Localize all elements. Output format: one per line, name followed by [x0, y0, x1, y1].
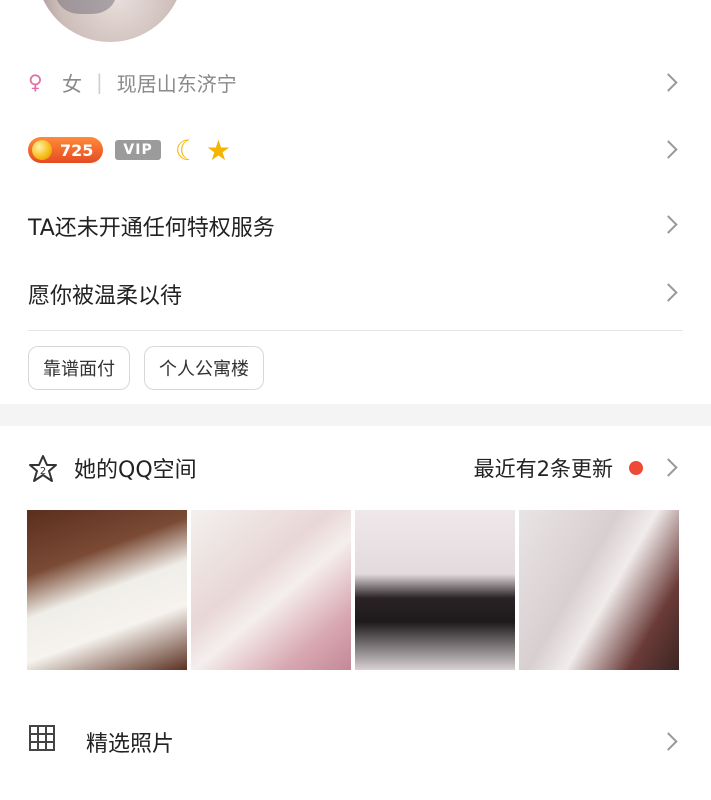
- level-number: 725: [60, 140, 94, 160]
- qzone-update-text: 最近有2条更新: [473, 457, 613, 481]
- coin-icon: [32, 140, 52, 160]
- svg-text:2: 2: [40, 466, 46, 477]
- female-icon: ♀: [28, 70, 43, 94]
- qzone-photo-strip: [27, 510, 679, 670]
- level-badge: 725: [28, 137, 104, 163]
- privilege-text: TA还未开通任何特权服务: [28, 216, 275, 241]
- moon-icon: ☾: [174, 133, 200, 167]
- badges-row[interactable]: 725 VIP ☾ ★: [28, 132, 683, 168]
- signature-text: 愿你被温柔以待: [28, 284, 183, 309]
- featured-photos-row[interactable]: 精选照片: [28, 722, 683, 762]
- tag-chip[interactable]: 个人公寓楼: [144, 346, 264, 390]
- star-icon: ★: [205, 133, 231, 167]
- signature-row[interactable]: 愿你被温柔以待: [28, 274, 683, 314]
- photo-thumbnail[interactable]: [519, 510, 679, 670]
- photo-thumbnail[interactable]: [27, 510, 187, 670]
- qzone-star-icon: 2: [28, 454, 57, 482]
- separator: |: [96, 70, 103, 94]
- qzone-title: 她的QQ空间: [74, 458, 197, 483]
- divider: [28, 330, 683, 331]
- vip-badge: VIP: [115, 140, 161, 160]
- gender-location-row[interactable]: ♀ 女 | 现居山东济宁: [28, 64, 683, 100]
- qzone-row[interactable]: 2 她的QQ空间 最近有2条更新: [28, 448, 683, 488]
- location-label: 现居山东济宁: [116, 71, 237, 96]
- privilege-row[interactable]: TA还未开通任何特权服务: [28, 206, 683, 246]
- avatar[interactable]: [36, 0, 184, 42]
- gender-label: 女: [62, 71, 82, 96]
- tag-chip[interactable]: 靠谱面付: [28, 346, 130, 390]
- photo-thumbnail[interactable]: [355, 510, 515, 670]
- grid-icon: [28, 724, 58, 760]
- featured-photos-label: 精选照片: [86, 732, 175, 757]
- section-gap: [0, 404, 711, 426]
- notification-dot: [629, 461, 643, 475]
- photo-thumbnail[interactable]: [191, 510, 351, 670]
- tags-row: 靠谱面付 个人公寓楼: [28, 346, 683, 390]
